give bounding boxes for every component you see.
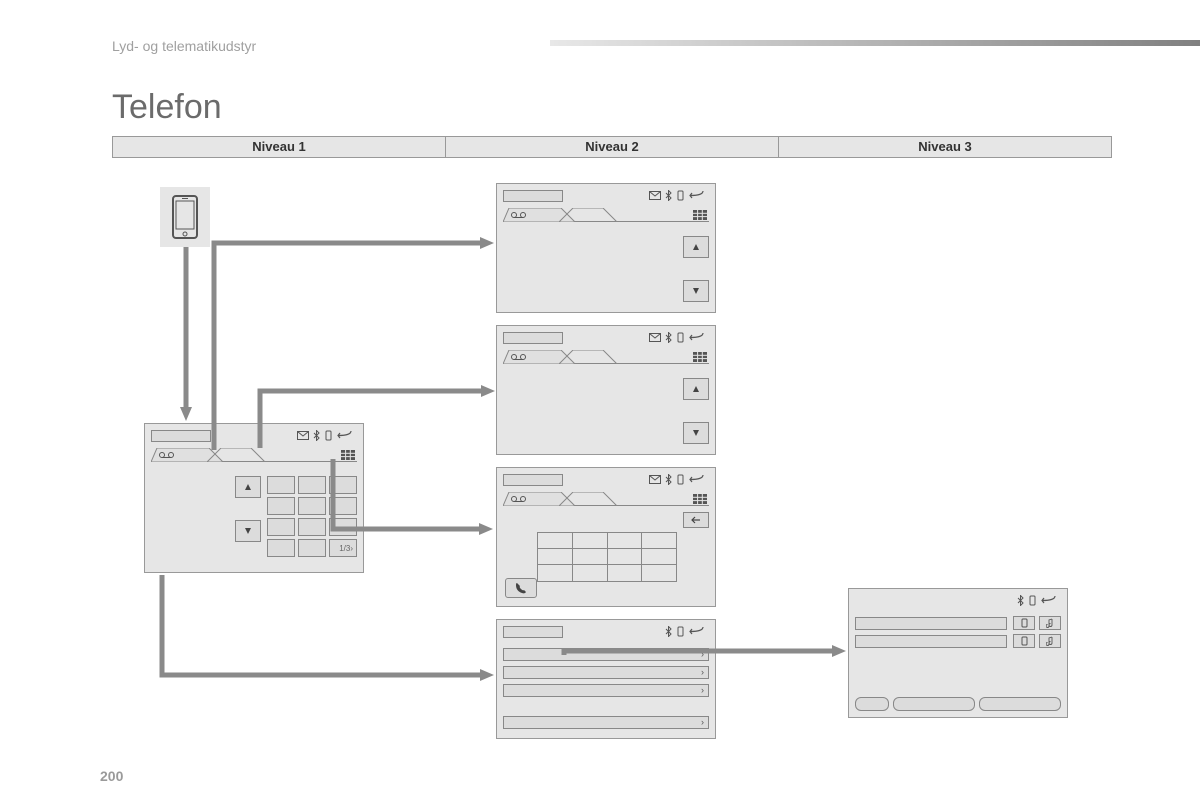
scroll-up-button[interactable] [683,378,709,400]
bluetooth-icon [665,626,672,637]
page-title: Telefon [112,88,222,127]
tile-icon [693,210,707,220]
level2-screen-dial [496,467,716,607]
scroll-down-button[interactable] [683,280,709,302]
list-row[interactable]: › [503,684,709,697]
voicemail-icon [159,451,177,459]
voicemail-icon [511,353,529,361]
down-arrow-icon [244,527,252,535]
tile-icon [693,494,707,504]
level-header-row: Niveau 1 Niveau 2 Niveau 3 [112,136,1112,158]
arrow-main-to-2b [258,383,498,453]
device-phone-toggle[interactable] [1013,616,1035,630]
call-icon [514,581,528,595]
level3-screen [848,588,1068,718]
panel-title-badge [503,332,563,344]
level-2-header: Niveau 2 [446,136,779,158]
keypad-key[interactable] [298,476,326,494]
paired-device-row[interactable] [855,635,1007,648]
bluetooth-icon [665,190,672,201]
bottom-button[interactable] [893,697,975,711]
level2-screen-2 [496,325,716,455]
panel-title-badge [503,474,563,486]
handset-icon [676,190,685,201]
dial-grid[interactable] [537,532,677,582]
screen-flow-diagram: 1/3› [112,175,1112,750]
chevron-icon: › [701,717,704,727]
up-arrow-icon [244,483,252,491]
keypad-key[interactable] [267,539,295,557]
level2-screen-list: › › › › [496,619,716,739]
level2-screen-1 [496,183,716,313]
device-music-toggle[interactable] [1039,634,1061,648]
envelope-icon [649,191,661,200]
status-icon-row [649,190,705,201]
backspace-button[interactable] [683,512,709,528]
level-1-header: Niveau 1 [112,136,446,158]
level-3-header: Niveau 3 [779,136,1112,158]
bottom-button-bar [855,697,1061,711]
keypad-page-indicator: 1/3› [329,539,357,557]
handset-icon [676,474,685,485]
device-phone-toggle[interactable] [1013,634,1035,648]
left-arrow-icon [691,516,701,524]
panel-title-badge [503,190,563,202]
back-icon [689,475,705,484]
keypad-key[interactable] [267,518,295,536]
envelope-icon [649,475,661,484]
music-note-icon [1046,618,1054,628]
scroll-up-button[interactable] [235,476,261,498]
back-icon [1041,596,1057,605]
paired-device-row[interactable] [855,617,1007,630]
back-icon [689,627,705,636]
call-button[interactable] [505,578,537,598]
bluetooth-icon [1017,595,1024,606]
scroll-down-button[interactable] [235,520,261,542]
arrow-main-to-2c [331,457,497,537]
back-icon [689,333,705,342]
handset-icon [676,626,685,637]
bluetooth-icon [665,474,672,485]
keypad-key[interactable] [298,518,326,536]
phone-device-icon [172,195,198,239]
panel-title-badge [151,430,211,442]
bottom-button[interactable] [979,697,1061,711]
tile-icon [693,352,707,362]
device-music-toggle[interactable] [1039,616,1061,630]
handset-icon [1021,618,1028,628]
keypad-key[interactable] [298,539,326,557]
bluetooth-icon [665,332,672,343]
voicemail-icon [511,495,529,503]
voicemail-icon [511,211,529,219]
handset-icon [676,332,685,343]
handset-icon [1028,595,1037,606]
chevron-icon: › [701,685,704,695]
arrow-2d-to-3 [562,649,849,661]
panel-title-badge [503,626,563,638]
keypad-key[interactable] [267,497,295,515]
keypad-key[interactable] [267,476,295,494]
scroll-up-button[interactable] [683,236,709,258]
breadcrumb: Lyd- og telematikudstyr [112,38,256,54]
page-number: 200 [100,768,123,784]
keypad-key[interactable] [298,497,326,515]
list-row[interactable]: › [503,666,709,679]
arrow-phone-to-main [180,247,192,422]
phone-device-tile [160,187,210,247]
arrow-main-to-2d [160,573,497,683]
back-icon [689,191,705,200]
envelope-icon [649,333,661,342]
scroll-down-button[interactable] [683,422,709,444]
list-row[interactable]: › [503,716,709,729]
header-gradient-bar [550,40,1200,46]
chevron-icon: › [701,667,704,677]
bottom-button[interactable] [855,697,889,711]
